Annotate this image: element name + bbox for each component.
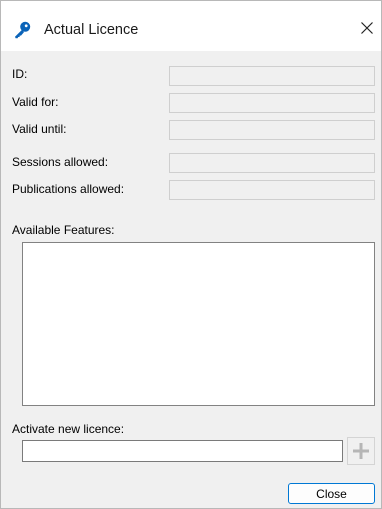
id-field	[169, 66, 375, 86]
plus-icon	[348, 443, 374, 467]
valid-for-label: Valid for:	[12, 95, 59, 109]
publications-allowed-field	[169, 180, 375, 200]
licence-key-input[interactable]	[22, 440, 343, 462]
sessions-allowed-field	[169, 153, 375, 173]
close-icon[interactable]	[356, 17, 380, 41]
sessions-allowed-label: Sessions allowed:	[12, 155, 109, 169]
window-title: Actual Licence	[44, 22, 139, 38]
activate-licence-label: Activate new licence:	[12, 422, 125, 436]
licence-dialog: Actual Licence ID: Valid for: Valid unti…	[0, 0, 382, 509]
close-button[interactable]: Close	[288, 483, 375, 504]
valid-for-field	[169, 93, 375, 113]
key-icon	[13, 21, 31, 39]
id-label: ID:	[12, 67, 28, 81]
available-features-label: Available Features:	[12, 223, 115, 237]
valid-until-field	[169, 120, 375, 140]
valid-until-label: Valid until:	[12, 122, 67, 136]
available-features-list[interactable]	[22, 242, 375, 406]
title-bar: Actual Licence	[1, 1, 381, 51]
add-licence-button[interactable]	[347, 437, 375, 465]
publications-allowed-label: Publications allowed:	[12, 182, 125, 196]
